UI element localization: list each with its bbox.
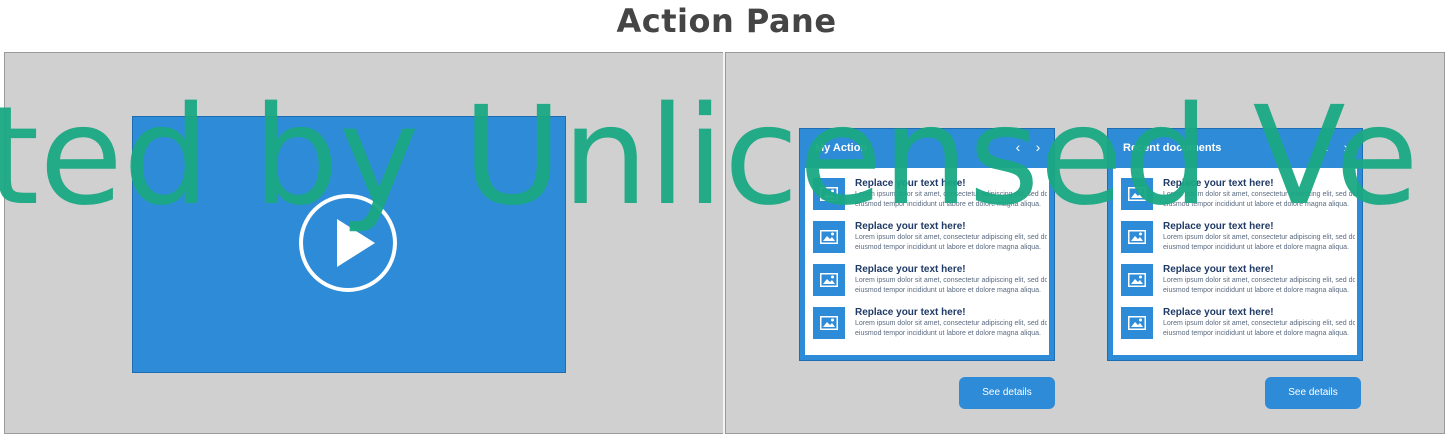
item-text: Lorem ipsum dolor sit amet, consectetur … — [855, 191, 1047, 208]
item-title: Replace your text here! — [855, 264, 966, 275]
item-title: Replace your text here! — [855, 221, 966, 232]
list-item[interactable]: Replace your text here! Lorem ipsum dolo… — [813, 264, 1047, 298]
list-item[interactable]: Replace your text here! Lorem ipsum dolo… — [813, 307, 1047, 341]
see-details-button[interactable]: See details — [959, 377, 1055, 409]
chevron-left-icon[interactable]: ‹ — [1012, 139, 1024, 155]
card-nav: ‹ › — [1012, 139, 1044, 155]
item-text: Lorem ipsum dolor sit amet, consectetur … — [855, 277, 1047, 294]
right-panel: My Action ‹ › Replace your text here! Lo… — [725, 52, 1445, 434]
card-body: Replace your text here! Lorem ipsum dolo… — [1113, 168, 1357, 355]
image-icon — [813, 221, 845, 253]
play-icon[interactable] — [299, 194, 397, 292]
list-item[interactable]: Replace your text here! Lorem ipsum dolo… — [1121, 307, 1355, 341]
chevron-left-icon[interactable]: ‹ — [1320, 139, 1332, 155]
page-title: Action Pane — [616, 2, 837, 40]
list-item[interactable]: Replace your text here! Lorem ipsum dolo… — [1121, 221, 1355, 255]
list-item[interactable]: Replace your text here! Lorem ipsum dolo… — [813, 178, 1047, 212]
list-item[interactable]: Replace your text here! Lorem ipsum dolo… — [1121, 264, 1355, 298]
image-icon — [813, 264, 845, 296]
item-title: Replace your text here! — [1163, 307, 1274, 318]
item-text: Lorem ipsum dolor sit amet, consectetur … — [1163, 191, 1355, 208]
recent-documents-card: Recent documents ‹ › Replace your text h… — [1107, 128, 1363, 361]
card-title: My Action — [815, 142, 868, 154]
card-header: My Action ‹ › — [800, 129, 1054, 167]
image-icon — [813, 178, 845, 210]
item-title: Replace your text here! — [855, 178, 966, 189]
image-icon — [1121, 264, 1153, 296]
item-title: Replace your text here! — [1163, 221, 1274, 232]
item-title: Replace your text here! — [1163, 264, 1274, 275]
image-icon — [1121, 221, 1153, 253]
my-action-card: My Action ‹ › Replace your text here! Lo… — [799, 128, 1055, 361]
chevron-right-icon[interactable]: › — [1340, 139, 1352, 155]
play-triangle — [337, 219, 375, 267]
card-body: Replace your text here! Lorem ipsum dolo… — [805, 168, 1049, 355]
card-header: Recent documents ‹ › — [1108, 129, 1362, 167]
see-details-button[interactable]: See details — [1265, 377, 1361, 409]
card-nav: ‹ › — [1320, 139, 1352, 155]
list-item[interactable]: Replace your text here! Lorem ipsum dolo… — [1121, 178, 1355, 212]
action-pane-page: Action Pane My Action ‹ › Replace your t… — [0, 0, 1453, 441]
chevron-right-icon[interactable]: › — [1032, 139, 1044, 155]
item-text: Lorem ipsum dolor sit amet, consectetur … — [1163, 234, 1355, 251]
item-text: Lorem ipsum dolor sit amet, consectetur … — [855, 234, 1047, 251]
image-icon — [813, 307, 845, 339]
card-title: Recent documents — [1123, 142, 1222, 154]
item-text: Lorem ipsum dolor sit amet, consectetur … — [855, 320, 1047, 337]
left-panel — [4, 52, 724, 434]
item-text: Lorem ipsum dolor sit amet, consectetur … — [1163, 277, 1355, 294]
item-title: Replace your text here! — [1163, 178, 1274, 189]
list-item[interactable]: Replace your text here! Lorem ipsum dolo… — [813, 221, 1047, 255]
image-icon — [1121, 178, 1153, 210]
video-player[interactable] — [132, 116, 566, 373]
item-text: Lorem ipsum dolor sit amet, consectetur … — [1163, 320, 1355, 337]
image-icon — [1121, 307, 1153, 339]
item-title: Replace your text here! — [855, 307, 966, 318]
